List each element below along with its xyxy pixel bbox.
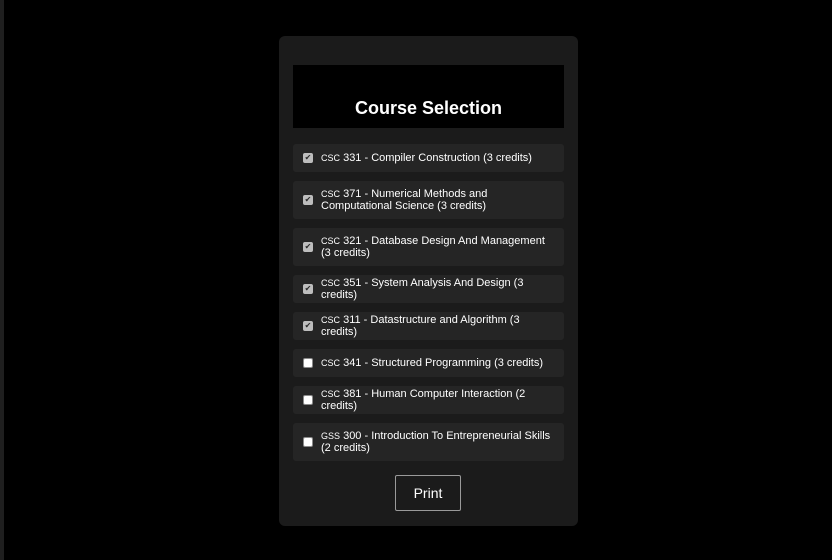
course-code: CSC [321, 153, 341, 163]
checkbox-checked[interactable]: ✔ [303, 195, 313, 205]
course-label: CSC 371 - Numerical Methods and Computat… [321, 188, 556, 212]
course-label: CSC 311 - Datastructure and Algorithm (3… [321, 314, 556, 338]
checkbox-checked[interactable]: ✔ [303, 242, 313, 252]
course-code: CSC [321, 189, 341, 199]
window-edge [0, 0, 4, 560]
course-list: ✔ CSC 331 - Compiler Construction (3 cred… [293, 144, 564, 470]
checkbox-unchecked[interactable] [303, 358, 313, 368]
course-code: CSC [321, 315, 341, 325]
course-title: 321 - Database Design And Management (3 … [321, 235, 545, 259]
course-item[interactable]: ✔ CSC 371 - Numerical Methods and Computa… [293, 181, 564, 219]
check-icon: ✔ [304, 284, 312, 293]
course-item[interactable]: CSC 381 - Human Computer Interaction (2 … [293, 386, 564, 414]
course-label: CSC 341 - Structured Programming (3 cred… [321, 357, 543, 369]
course-code: CSC [321, 278, 341, 288]
course-item[interactable]: ✔ CSC 351 - System Analysis And Design (3… [293, 275, 564, 303]
course-title: 341 - Structured Programming (3 credits) [340, 357, 543, 369]
checkbox-unchecked[interactable] [303, 395, 313, 405]
course-title: 371 - Numerical Methods and Computationa… [321, 188, 488, 212]
course-title: 381 - Human Computer Interaction (2 cred… [321, 388, 526, 412]
course-label: CSC 321 - Database Design And Management… [321, 235, 556, 259]
course-title: 331 - Compiler Construction (3 credits) [340, 152, 532, 164]
course-title: 351 - System Analysis And Design (3 cred… [321, 277, 524, 301]
check-icon: ✔ [304, 195, 312, 204]
course-code: CSC [321, 236, 341, 246]
course-label: CSC 331 - Compiler Construction (3 credi… [321, 152, 532, 164]
course-label: GSS 300 - Introduction To Entrepreneuria… [321, 430, 556, 454]
course-title: 311 - Datastructure and Algorithm (3 cre… [321, 314, 520, 338]
course-item[interactable]: ✔ CSC 331 - Compiler Construction (3 cred… [293, 144, 564, 172]
checkbox-checked[interactable]: ✔ [303, 153, 313, 163]
course-label: CSC 351 - System Analysis And Design (3 … [321, 277, 556, 301]
course-code: GSS [321, 431, 341, 441]
check-icon: ✔ [304, 242, 312, 251]
checkbox-checked[interactable]: ✔ [303, 284, 313, 294]
course-code: CSC [321, 358, 341, 368]
title-header: Course Selection [293, 65, 564, 128]
checkbox-unchecked[interactable] [303, 437, 313, 447]
page-title: Course Selection [354, 98, 503, 118]
course-label: CSC 381 - Human Computer Interaction (2 … [321, 388, 556, 412]
course-item[interactable]: GSS 300 - Introduction To Entrepreneuria… [293, 423, 564, 461]
check-icon: ✔ [304, 321, 312, 330]
course-item[interactable]: CSC 341 - Structured Programming (3 cred… [293, 349, 564, 377]
course-title: 300 - Introduction To Entrepreneurial Sk… [321, 430, 551, 454]
checkbox-checked[interactable]: ✔ [303, 321, 313, 331]
course-code: CSC [321, 389, 341, 399]
course-item[interactable]: ✔ CSC 311 - Datastructure and Algorithm (… [293, 312, 564, 340]
course-selection-panel: Course Selection ✔ CSC 331 - Compiler Con… [279, 36, 578, 526]
check-icon: ✔ [304, 153, 312, 162]
course-item[interactable]: ✔ CSC 321 - Database Design And Managemen… [293, 228, 564, 266]
print-button[interactable]: Print [395, 475, 461, 511]
